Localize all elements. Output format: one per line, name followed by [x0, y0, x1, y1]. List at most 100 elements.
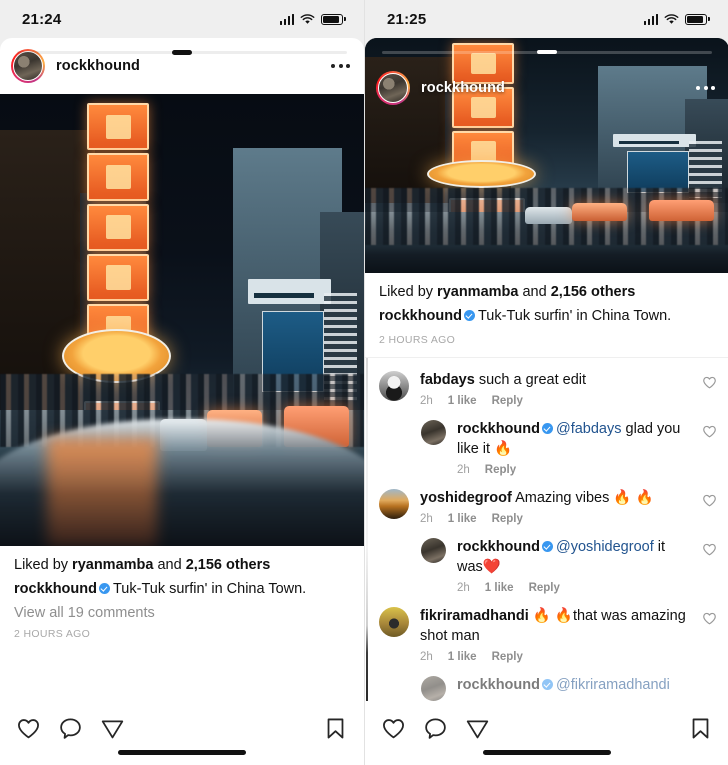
- photo-car-orange-1: [572, 202, 628, 222]
- verified-badge-icon: [541, 678, 553, 690]
- action-bar-left-group: [381, 716, 490, 741]
- view-all-comments-link[interactable]: View all 19 comments: [14, 605, 350, 621]
- battery-nub: [344, 17, 346, 21]
- heart-icon[interactable]: [702, 493, 717, 508]
- status-icons: [279, 13, 346, 25]
- comment-likes[interactable]: 1 like: [448, 513, 477, 525]
- post-caption: rockkhound Tuk-Tuk surfin' in China Town.: [379, 306, 715, 327]
- comment-bubble-icon[interactable]: [423, 716, 448, 741]
- send-paper-plane-icon[interactable]: [100, 716, 125, 741]
- list-item[interactable]: rockkhound @fikriramadhandi: [379, 663, 717, 701]
- list-item[interactable]: rockkhound @yoshidegroof it was❤️ 2h 1 li…: [379, 525, 717, 594]
- avatar[interactable]: [421, 675, 446, 701]
- comment-time: 2h: [457, 463, 470, 476]
- battery-nub: [708, 17, 710, 21]
- comment-like-button[interactable]: [702, 419, 717, 439]
- heart-icon[interactable]: [702, 375, 717, 390]
- list-item[interactable]: yoshidegroof Amazing vibes 🔥 🔥 2h 1 like…: [379, 476, 717, 525]
- avatar-image: [13, 51, 43, 81]
- comment-username[interactable]: fikriramadhandi: [420, 608, 529, 624]
- verified-badge-icon: [98, 582, 110, 594]
- send-paper-plane-icon[interactable]: [465, 716, 490, 741]
- likes-summary: Liked by ryanmamba and 2,156 others: [14, 555, 350, 576]
- comment-likes[interactable]: 1 like: [448, 651, 477, 663]
- list-item[interactable]: fikriramadhandi 🔥 🔥that was amazing shot…: [379, 594, 717, 663]
- likes-username[interactable]: ryanmamba: [437, 284, 518, 300]
- post-author-name[interactable]: rockkhound: [421, 80, 505, 96]
- post-caption: rockkhound Tuk-Tuk surfin' in China Town.: [14, 579, 350, 600]
- more-options-icon[interactable]: [694, 76, 717, 100]
- caption-author[interactable]: rockkhound: [379, 308, 462, 324]
- comment-username[interactable]: rockkhound: [457, 539, 540, 555]
- heart-icon[interactable]: [702, 611, 717, 626]
- avatar[interactable]: [379, 606, 409, 637]
- list-item[interactable]: fabdays such a great edit 2h 1 like Repl…: [379, 358, 717, 407]
- comment-like-button[interactable]: [702, 537, 717, 557]
- heart-icon[interactable]: [702, 424, 717, 439]
- story-avatar[interactable]: [376, 71, 410, 105]
- comment-like-button[interactable]: [702, 488, 717, 508]
- progress-thumb[interactable]: [537, 50, 557, 54]
- comment-mention[interactable]: @fabdays: [556, 421, 622, 437]
- comment-reply-button[interactable]: Reply: [492, 395, 523, 407]
- comment-actions: 2h 1 like Reply: [420, 651, 694, 663]
- comment-mention[interactable]: @fikriramadhandi: [556, 677, 670, 693]
- comment-username[interactable]: rockkhound: [457, 421, 540, 437]
- post-card-left: rockkhound Liked by ryanmamba and 2,156 …: [0, 38, 364, 765]
- bookmark-icon[interactable]: [323, 716, 348, 741]
- comment-reply-button[interactable]: Reply: [492, 513, 523, 525]
- comment-username[interactable]: yoshidegroof: [420, 490, 512, 506]
- story-avatar[interactable]: [11, 49, 45, 83]
- status-icons: [643, 13, 710, 25]
- comment-mention[interactable]: @yoshidegroof: [556, 539, 654, 555]
- progress-track: [17, 49, 347, 55]
- post-timestamp: 2 HOURS AGO: [14, 627, 91, 640]
- bookmark-icon[interactable]: [688, 716, 713, 741]
- comment-time: 2h: [420, 394, 433, 407]
- caption-author[interactable]: rockkhound: [14, 581, 97, 597]
- comment-bubble-icon[interactable]: [58, 716, 83, 741]
- comment-like-button[interactable]: [702, 606, 717, 626]
- avatar[interactable]: [379, 488, 409, 519]
- progress-thumb[interactable]: [172, 49, 192, 55]
- avatar-image: [378, 73, 408, 103]
- likes-count[interactable]: 2,156 others: [551, 284, 636, 300]
- avatar[interactable]: [421, 537, 446, 563]
- heart-icon[interactable]: [16, 716, 41, 741]
- signal-bars-icon: [279, 13, 295, 25]
- post-author-name[interactable]: rockkhound: [56, 58, 140, 74]
- post-card-right: rockkhound Liked by ryanmamba and 2,156 …: [365, 38, 728, 765]
- likes-mid: and: [153, 557, 186, 573]
- scroll-progress-indicator[interactable]: [365, 50, 728, 54]
- heart-icon[interactable]: [702, 542, 717, 557]
- more-options-icon[interactable]: [329, 54, 352, 78]
- comment-body: fabdays such a great edit 2h 1 like Repl…: [420, 370, 694, 407]
- post-photo-chinatown-street[interactable]: [0, 94, 364, 546]
- avatar[interactable]: [379, 370, 409, 401]
- heart-icon[interactable]: [381, 716, 406, 741]
- comment-like-button[interactable]: [702, 370, 717, 390]
- comment-text: rockkhound @yoshidegroof it was❤️: [457, 537, 694, 577]
- status-time: 21:25: [387, 10, 427, 28]
- likes-count[interactable]: 2,156 others: [186, 557, 271, 573]
- comment-reply-button[interactable]: Reply: [529, 582, 560, 594]
- list-item[interactable]: rockkhound @fabdays glad you like it 🔥 2h…: [379, 407, 717, 476]
- comment-username[interactable]: rockkhound: [457, 677, 540, 693]
- caption-text: Tuk-Tuk surfin' in China Town.: [477, 307, 672, 324]
- post-header-left: rockkhound: [0, 38, 364, 94]
- status-time: 21:24: [22, 10, 62, 28]
- comment-reply-button[interactable]: Reply: [485, 464, 516, 476]
- comment-body: rockkhound @fikriramadhandi: [457, 675, 717, 695]
- comment-reply-button[interactable]: Reply: [492, 651, 523, 663]
- likes-username[interactable]: ryanmamba: [72, 557, 153, 573]
- comment-username[interactable]: fabdays: [420, 372, 475, 388]
- action-bar-right: [365, 703, 728, 765]
- photo-ad-panel: [627, 150, 689, 194]
- scroll-progress-indicator[interactable]: [0, 49, 364, 55]
- comment-likes[interactable]: 1 like: [448, 395, 477, 407]
- comment-actions: 2h Reply: [457, 464, 694, 476]
- post-timestamp: 2 HOURS AGO: [379, 333, 456, 346]
- comment-time: 2h: [420, 650, 433, 663]
- avatar[interactable]: [421, 419, 446, 445]
- comment-likes[interactable]: 1 like: [485, 582, 514, 594]
